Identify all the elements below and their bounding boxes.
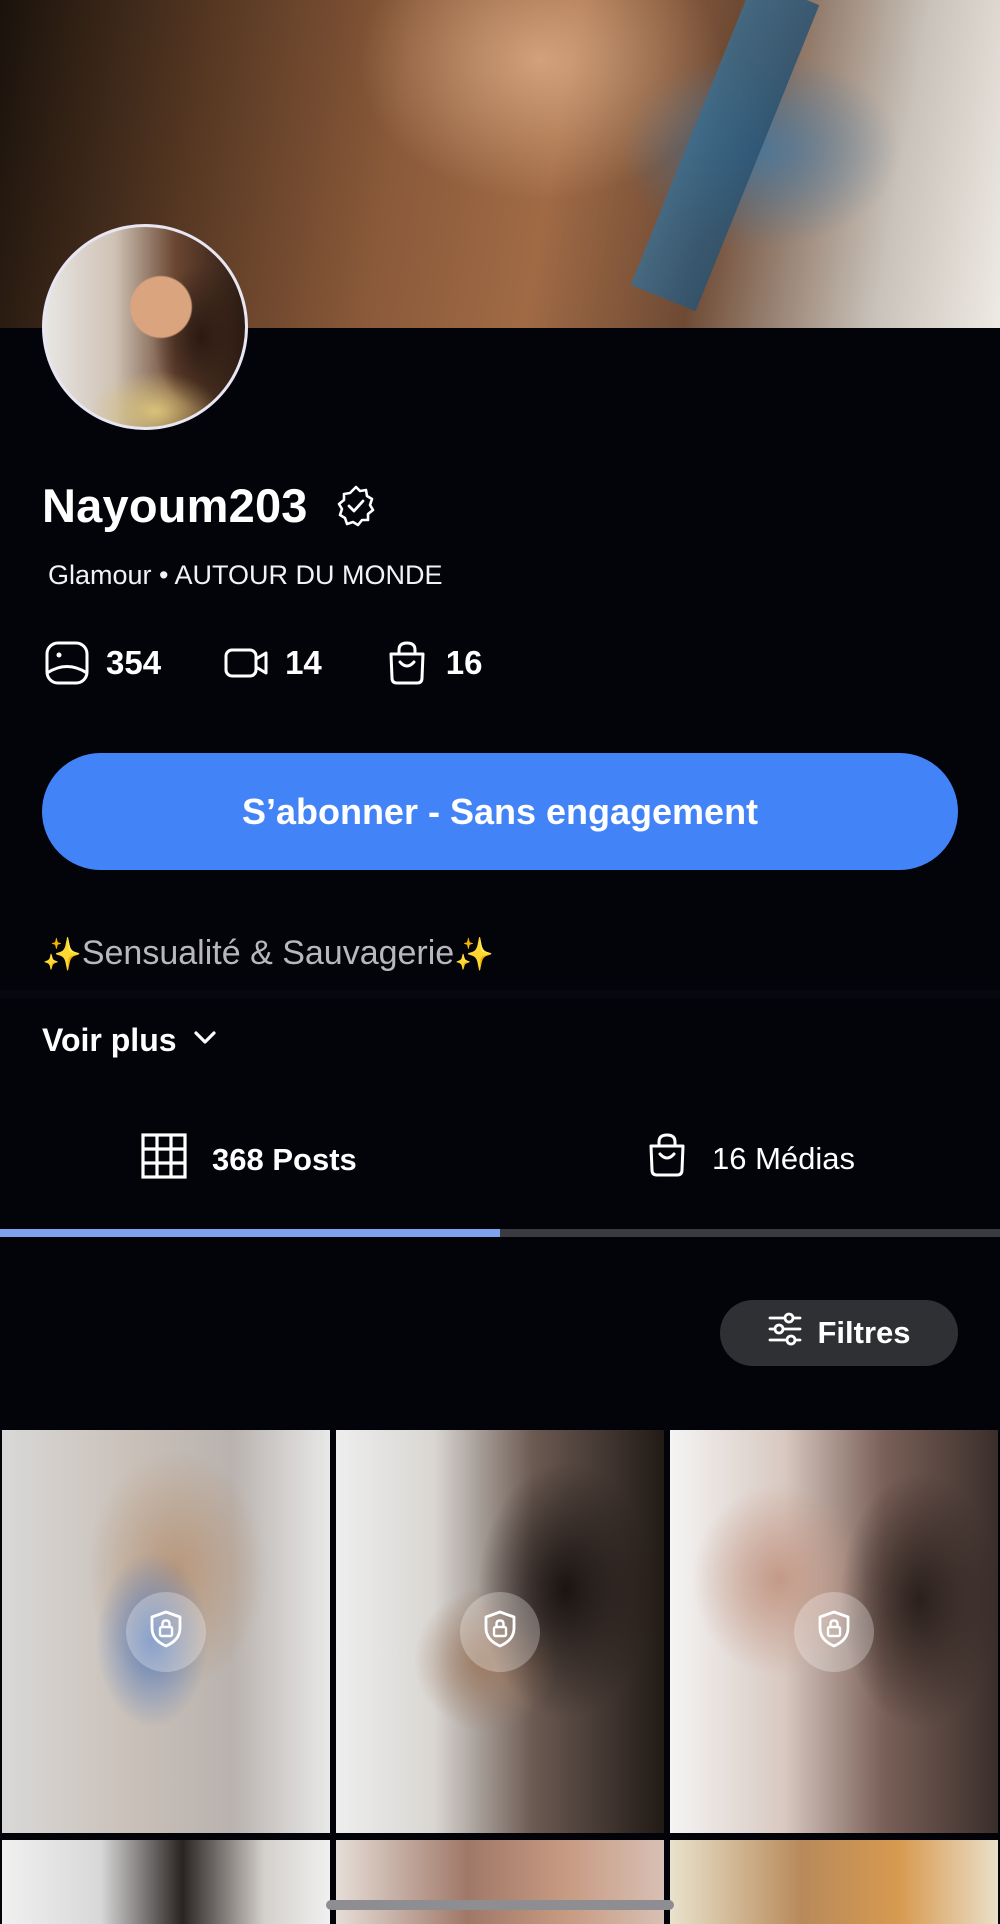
profile-bio: ✨ Sensualité & Sauvagerie ✨ (42, 934, 494, 973)
lock-shield-icon (817, 1610, 851, 1653)
post-tile[interactable] (2, 1430, 330, 1833)
subscribe-button[interactable]: S’abonner - Sans engagement (42, 753, 958, 870)
grid-icon (140, 1132, 212, 1188)
lock-badge (794, 1591, 874, 1672)
lock-shield-icon (483, 1610, 517, 1653)
post-tile[interactable] (2, 1840, 330, 1924)
bio-fade-divider (0, 990, 1000, 998)
profile-subtitle: Glamour • AUTOUR DU MONDE (48, 560, 443, 590)
sliders-icon (767, 1311, 817, 1355)
tab-posts[interactable]: 368 Posts (140, 1132, 357, 1188)
stat-videos-value: 14 (285, 644, 322, 681)
voir-plus-label: Voir plus (42, 1022, 177, 1058)
stat-medias: 16 (384, 640, 483, 686)
profile-stats: 354 14 16 (44, 640, 545, 686)
voir-plus-button[interactable]: Voir plus (42, 1022, 219, 1059)
home-indicator[interactable] (326, 1900, 674, 1910)
tab-posts-label: 368 Posts (212, 1142, 357, 1177)
lock-shield-icon (149, 1610, 183, 1653)
stat-videos: 14 (223, 640, 322, 686)
post-tile[interactable] (336, 1840, 664, 1924)
bag-icon (384, 640, 430, 686)
post-tile[interactable] (336, 1430, 664, 1833)
post-tile[interactable] (670, 1430, 998, 1833)
filters-button[interactable]: Filtres (720, 1300, 958, 1366)
username: Nayoum203 (42, 479, 308, 532)
post-tile[interactable] (670, 1840, 998, 1924)
lock-badge (460, 1591, 540, 1672)
sparkle-icon: ✨ (454, 935, 495, 972)
verified-badge-icon (334, 484, 378, 528)
chevron-down-icon (177, 1022, 219, 1059)
bag-icon (646, 1132, 712, 1186)
profile-page: Nayoum203 Glamour • AUTOUR DU MONDE 354 (0, 0, 1000, 1924)
stat-photos-value: 354 (106, 644, 162, 681)
stat-photos: 354 (44, 640, 161, 686)
photo-icon (44, 640, 90, 686)
sparkle-icon: ✨ (42, 935, 82, 972)
stat-medias-value: 16 (445, 644, 483, 681)
tab-medias-label: 16 Médias (712, 1141, 856, 1176)
tab-medias[interactable]: 16 Médias (646, 1132, 855, 1186)
video-icon (223, 640, 269, 686)
profile-name-row: Nayoum203 (42, 478, 378, 533)
filters-label: Filtres (817, 1315, 911, 1350)
lock-badge (126, 1591, 206, 1672)
avatar[interactable] (42, 224, 248, 430)
cover-strap-detail (630, 0, 820, 312)
bio-text: Sensualité & Sauvagerie (81, 934, 455, 972)
tab-active-indicator (0, 1229, 500, 1237)
